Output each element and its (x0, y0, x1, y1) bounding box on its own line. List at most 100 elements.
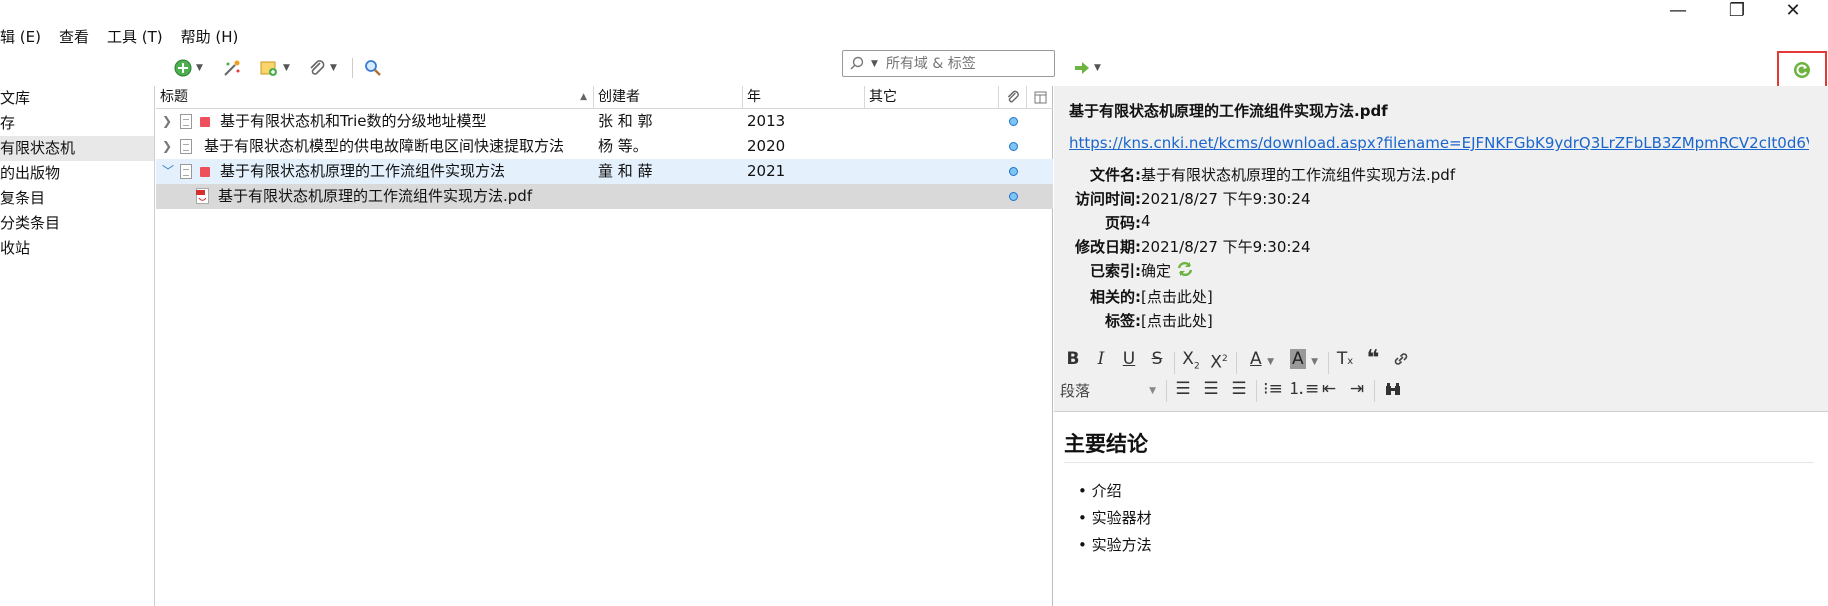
table-row[interactable]: ❯ 基于有限状态机模型的供电故障断电区间快速提取方法 杨 等。 2020 (156, 134, 1053, 159)
magnifier-icon (365, 60, 381, 76)
search-icon (850, 56, 864, 69)
collection-item[interactable]: 存 (0, 111, 154, 136)
column-year[interactable]: 年 (743, 86, 865, 109)
field-label-indexed: 已索引: (1090, 262, 1141, 280)
note-add-icon (260, 61, 277, 76)
blockquote-icon[interactable]: ❝ (1360, 344, 1386, 374)
underline-button[interactable]: U (1116, 344, 1142, 374)
chevron-right-icon[interactable]: ❯ (162, 134, 172, 159)
reindex-icon[interactable] (1176, 260, 1194, 278)
item-pane: 基于有限状态机原理的工作流组件实现方法.pdf https://kns.cnki… (1054, 86, 1828, 606)
close-button[interactable]: ✕ (1768, 0, 1818, 22)
advanced-search-button[interactable] (364, 55, 382, 81)
attachment-row[interactable]: 基于有限状态机原理的工作流组件实现方法.pdf (156, 184, 1053, 209)
collection-fsm[interactable]: 有限状态机 (0, 136, 154, 161)
field-value-accessed: 2021/8/27 下午9:30:24 (1141, 190, 1311, 208)
collections-pane: 文库 存 有限状态机 的出版物 复条目 分类条目 收站 (0, 86, 155, 606)
plus-circle-icon (174, 59, 192, 77)
align-left-button[interactable]: ☰ (1170, 374, 1196, 404)
attachment-info-box: 基于有限状态机原理的工作流组件实现方法.pdf https://kns.cnki… (1054, 86, 1828, 340)
highlight-color-button[interactable]: A ▼ (1284, 344, 1324, 374)
document-icon (180, 114, 192, 129)
pdf-icon (196, 188, 209, 204)
field-value-tags[interactable]: [点击此处] (1141, 310, 1213, 331)
collection-unfiled[interactable]: 分类条目 (0, 211, 154, 236)
field-value-modified: 2021/8/27 下午9:30:24 (1141, 238, 1311, 256)
column-creator[interactable]: 创建者 (594, 86, 743, 109)
new-note-button[interactable]: ▼ (259, 55, 290, 81)
attachment-title: 基于有限状态机原理的工作流组件实现方法.pdf (218, 187, 533, 205)
collection-trash[interactable]: 收站 (0, 236, 154, 261)
chevron-right-icon[interactable]: ❯ (162, 109, 172, 134)
table-row-selected[interactable]: ﹀ 基于有限状态机原理的工作流组件实现方法 童 和 薛 2021 (156, 159, 1053, 184)
locate-button[interactable]: ▼ (1074, 55, 1101, 81)
outdent-button[interactable]: ⇤ (1316, 374, 1342, 404)
superscript-button[interactable]: X2 (1206, 344, 1232, 374)
field-label-tags: 标签: (1105, 312, 1141, 330)
menu-bar: 辑 (E) 查看 工具 (T) 帮助 (H) (0, 20, 1828, 52)
table-row[interactable]: ❯ 基于有限状态机和Trie数的分级地址模型 张 和 郭 2013 (156, 109, 1053, 134)
align-right-button[interactable]: ☰ (1226, 374, 1252, 404)
new-item-button[interactable]: ▼ (174, 55, 203, 81)
bold-button[interactable]: B (1060, 344, 1086, 374)
column-title[interactable]: 标题 ▲ (156, 86, 594, 109)
toolbar-separator (1236, 352, 1237, 374)
strikethrough-button[interactable]: S (1144, 344, 1170, 374)
menu-edit[interactable]: 辑 (E) (0, 26, 41, 47)
item-creator: 张 和 郭 (598, 112, 653, 130)
clear-format-button[interactable]: Tx (1332, 344, 1358, 374)
document-icon (180, 164, 192, 179)
attachment-title: 基于有限状态机原理的工作流组件实现方法.pdf (1069, 102, 1388, 120)
field-value-filename[interactable]: 基于有限状态机原理的工作流组件实现方法.pdf (1141, 164, 1455, 185)
paperclip-icon (310, 60, 325, 75)
search-mode-dropdown-icon[interactable]: ▼ (871, 59, 878, 69)
toolbar-divider (352, 58, 353, 78)
restore-button[interactable]: ❐ (1712, 0, 1762, 22)
note-editor[interactable]: 主要结论 • 介绍 • 实验器材 • 实验方法 (1054, 412, 1828, 606)
menu-tools[interactable]: 工具 (T) (107, 26, 163, 47)
add-by-identifier-button[interactable] (222, 55, 242, 81)
toolbar-separator (1328, 352, 1329, 374)
chevron-down-icon[interactable]: ﹀ (162, 159, 174, 184)
item-title: 基于有限状态机和Trie数的分级地址模型 (220, 112, 487, 130)
item-title: 基于有限状态机原理的工作流组件实现方法 (220, 162, 506, 180)
numbered-list-button[interactable]: ⒈≡ (1288, 374, 1319, 404)
sync-button-highlight[interactable] (1777, 51, 1827, 89)
column-attachments[interactable] (999, 86, 1027, 109)
attachment-dot-icon (1009, 117, 1018, 126)
link-button[interactable] (1388, 344, 1414, 374)
toolbar-separator (1174, 352, 1175, 374)
item-year: 2013 (747, 112, 786, 130)
column-picker-button[interactable] (1027, 86, 1053, 109)
column-other[interactable]: 其它 (865, 86, 999, 109)
attachment-dot-icon (1009, 142, 1018, 151)
field-value-related[interactable]: [点击此处] (1141, 286, 1213, 307)
bullet-list-button[interactable]: ⁝≡ (1260, 374, 1286, 404)
list-item: • 实验器材 (1078, 509, 1152, 527)
collection-duplicates[interactable]: 复条目 (0, 186, 154, 211)
menu-view[interactable]: 查看 (59, 26, 89, 47)
add-attachment-button[interactable]: ▼ (308, 55, 337, 81)
search-input[interactable] (883, 54, 1048, 73)
item-title: 基于有限状态机模型的供电故障断电区间快速提取方法 (204, 137, 565, 155)
indent-button[interactable]: ⇥ (1344, 374, 1370, 404)
field-label-modified: 修改日期: (1075, 238, 1141, 256)
format-select[interactable]: 段落 ▼ (1060, 378, 1160, 404)
text-color-button[interactable]: A ▼ (1242, 344, 1282, 374)
subscript-button[interactable]: X2 (1178, 344, 1204, 374)
item-creator: 童 和 薛 (598, 162, 653, 180)
chevron-down-icon: ▼ (330, 63, 337, 73)
collection-my-library[interactable]: 文库 (0, 86, 154, 111)
italic-button[interactable]: I (1088, 344, 1114, 374)
menu-help[interactable]: 帮助 (H) (181, 26, 239, 47)
attachment-url-link[interactable]: https://kns.cnki.net/kcms/download.aspx?… (1069, 134, 1809, 152)
align-center-button[interactable]: ☰ (1198, 374, 1224, 404)
column-title-label: 标题 (160, 89, 188, 105)
search-field[interactable]: ▼ (842, 50, 1055, 77)
item-year: 2020 (747, 137, 786, 155)
list-item: • 介绍 (1078, 482, 1122, 500)
document-icon (180, 139, 192, 154)
collection-my-publications[interactable]: 的出版物 (0, 161, 154, 186)
minimize-button[interactable]: — (1653, 0, 1703, 22)
find-replace-button[interactable] (1380, 374, 1406, 404)
